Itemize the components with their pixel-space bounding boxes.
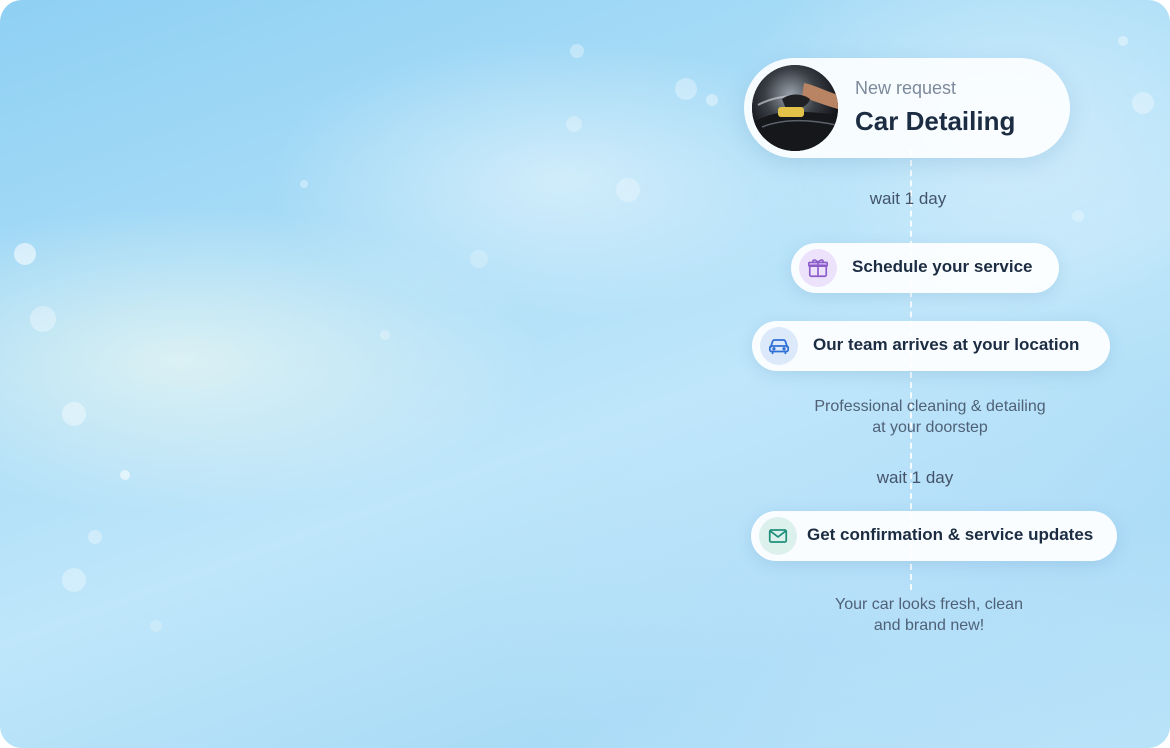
sparkle [14, 243, 36, 265]
sparkle [675, 78, 697, 100]
car-detailing-photo-icon [752, 65, 838, 151]
arrive-caption-line1: Professional cleaning & detailing [814, 398, 1046, 415]
sparkle [120, 470, 130, 480]
car-icon [760, 327, 798, 365]
wait-label: wait 1 day [876, 468, 954, 487]
sparkle [1072, 210, 1084, 222]
sparkle [62, 568, 86, 592]
sparkle [1132, 92, 1154, 114]
sparkle [570, 44, 584, 58]
sparkle [150, 620, 162, 632]
background-canvas: New request Car Detailing wait 1 day Sch… [0, 0, 1170, 748]
sparkle [706, 94, 718, 106]
sparkle [616, 178, 640, 202]
step-schedule-label: Schedule your service [852, 257, 1033, 276]
final-caption-line2: and brand new! [873, 617, 985, 634]
sparkle [62, 402, 86, 426]
sparkle [566, 116, 582, 132]
sparkle [30, 306, 56, 332]
final-caption-line1: Your car looks fresh, clean [835, 596, 1023, 613]
sparkle [470, 250, 488, 268]
step-team-arrives[interactable]: Our team arrives at your location [752, 321, 1110, 371]
sparkle [1118, 36, 1128, 46]
step-arrive-label: Our team arrives at your location [813, 335, 1080, 354]
sparkle [88, 530, 102, 544]
request-subtitle: New request [855, 78, 957, 98]
sparkle [300, 180, 308, 188]
step-confirm-label: Get confirmation & service updates [807, 525, 1094, 544]
request-title: Car Detailing [855, 106, 1016, 136]
arrive-caption-line2: at your doorstep [872, 419, 988, 436]
mail-icon [759, 517, 797, 555]
wait-label: wait 1 day [869, 189, 947, 208]
gift-icon [799, 249, 837, 287]
step-confirmation[interactable]: Get confirmation & service updates [751, 511, 1117, 561]
car-detailing-photo [752, 65, 838, 151]
sparkle [380, 330, 390, 340]
request-card[interactable]: New request Car Detailing [744, 58, 1070, 158]
step-schedule-service[interactable]: Schedule your service [791, 243, 1059, 293]
